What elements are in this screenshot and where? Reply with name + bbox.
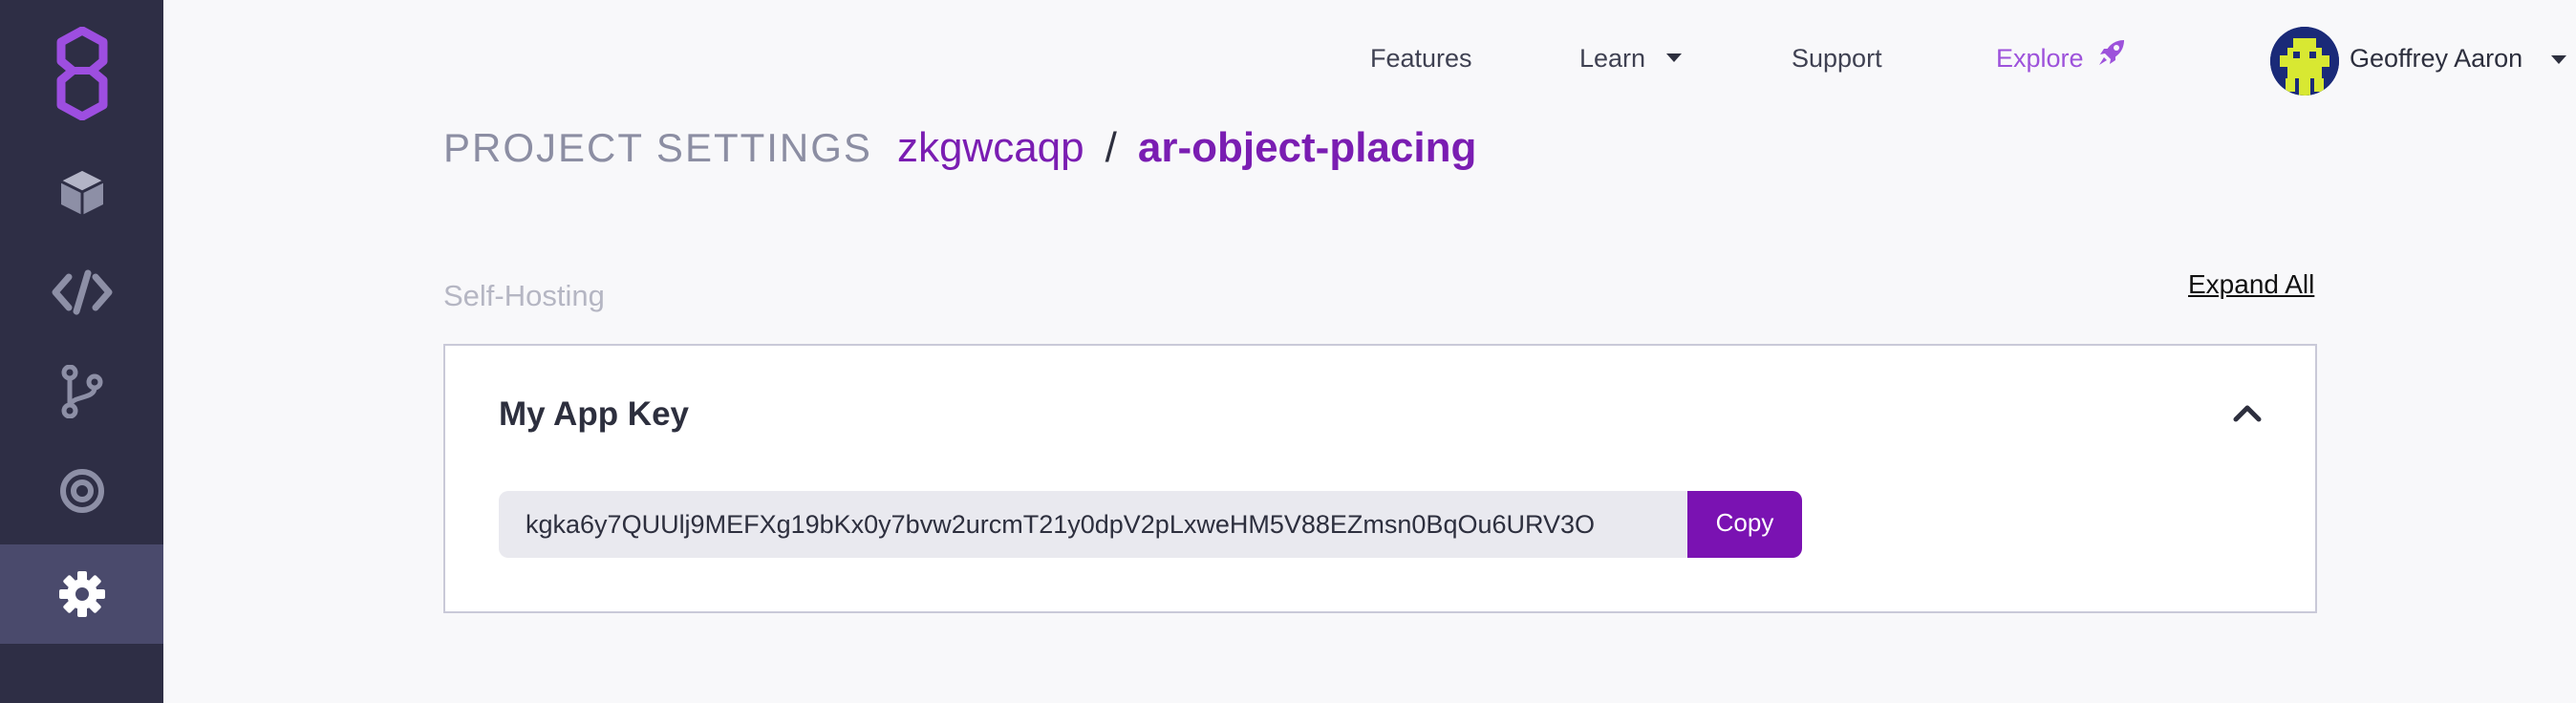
- breadcrumb-separator: /: [1105, 124, 1117, 171]
- nav-support[interactable]: Support: [1792, 42, 1882, 75]
- app-key-field[interactable]: kgka6y7QUUlj9MEFXg19bKx0y7bvw2urcmT21y0d…: [499, 491, 1687, 558]
- sidebar: [0, 0, 163, 703]
- chevron-down-icon[interactable]: [2551, 55, 2566, 64]
- breadcrumb-org[interactable]: zkgwcaqp: [897, 124, 1084, 172]
- avatar[interactable]: [2270, 27, 2339, 96]
- nav-explore-label: Explore: [1996, 44, 2084, 73]
- sidebar-item-settings[interactable]: [0, 544, 163, 644]
- breadcrumb: PROJECT SETTINGS zkgwcaqp / ar-object-pl…: [443, 124, 1476, 172]
- chevron-down-icon: [1666, 53, 1683, 63]
- sidebar-item-projects[interactable]: [0, 143, 163, 243]
- page-title-label: PROJECT SETTINGS: [443, 125, 872, 170]
- cube-icon: [57, 168, 107, 218]
- sidebar-item-code[interactable]: [0, 243, 163, 342]
- logo-icon[interactable]: [0, 19, 163, 128]
- sidebar-item-branches[interactable]: [0, 342, 163, 441]
- app-key-card: My App Key kgka6y7QUUlj9MEFXg19bKx0y7bvw…: [443, 344, 2317, 613]
- rocket-icon: [2097, 38, 2126, 75]
- branch-icon: [60, 365, 104, 418]
- section-label: Self-Hosting: [443, 279, 605, 312]
- breadcrumb-project[interactable]: ar-object-placing: [1138, 124, 1477, 172]
- expand-all-link[interactable]: Expand All: [2188, 269, 2314, 300]
- nav-learn-label: Learn: [1579, 44, 1646, 73]
- code-icon: [52, 269, 113, 315]
- gear-icon: [58, 570, 106, 618]
- copy-button[interactable]: Copy: [1687, 491, 1802, 558]
- nav-features[interactable]: Features: [1370, 42, 1472, 75]
- chevron-up-icon[interactable]: [2233, 403, 2262, 427]
- nav-learn[interactable]: Learn: [1579, 42, 1683, 75]
- user-name[interactable]: Geoffrey Aaron: [2350, 42, 2522, 75]
- target-icon: [59, 468, 105, 514]
- card-title: My App Key: [499, 395, 690, 433]
- nav-explore[interactable]: Explore: [1996, 39, 2126, 75]
- sidebar-item-targets[interactable]: [0, 441, 163, 541]
